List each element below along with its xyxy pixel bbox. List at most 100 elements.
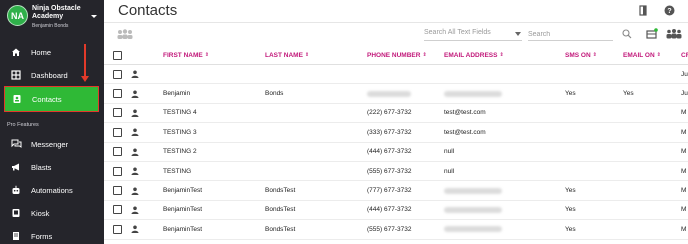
chevron-down-icon[interactable] — [91, 15, 97, 18]
sort-icon: ⇕ — [499, 52, 504, 58]
sidebar-item-home[interactable]: Home — [0, 41, 104, 63]
svg-text:?: ? — [667, 8, 671, 15]
cell-cr: Ju — [681, 90, 688, 98]
row-checkbox[interactable] — [113, 127, 122, 137]
row-checkbox[interactable] — [113, 89, 122, 99]
sidebar-item-forms[interactable]: Forms — [0, 225, 104, 244]
table-row[interactable]: TESTING 3 (333) 677-3732 test@test.com M — [104, 123, 688, 143]
table-row[interactable]: BenjaminTest BondsTest (444) 677-3732 Ye… — [104, 201, 688, 221]
sort-icon: ⇕ — [422, 52, 427, 58]
cell-email-address: null — [444, 148, 455, 156]
annotation-arrow-head — [81, 76, 89, 82]
column-header-cr[interactable]: CR — [681, 46, 688, 64]
select-all-checkbox[interactable] — [113, 50, 122, 60]
group-select-icon[interactable] — [116, 28, 134, 40]
cell-email-address: test@test.com — [444, 109, 486, 117]
sidebar-item-label: Dashboard — [31, 70, 68, 80]
table-row[interactable]: TESTING (555) 677-3732 null M — [104, 162, 688, 182]
person-icon — [131, 109, 139, 117]
cell-email-on: Yes — [623, 90, 634, 98]
column-header-first-name[interactable]: FIRST NAME ⇕ — [163, 46, 209, 64]
cell-email-address: null — [444, 167, 455, 175]
row-checkbox[interactable] — [113, 224, 122, 234]
table-body: Ju Benjamin Bonds Yes Yes Ju TESTING 4 (… — [104, 65, 688, 240]
megaphone-icon — [10, 161, 22, 173]
table-row[interactable]: Benjamin Bonds Yes Yes Ju — [104, 84, 688, 104]
row-checkbox[interactable] — [113, 108, 122, 118]
person-icon — [131, 187, 139, 195]
row-checkbox[interactable] — [113, 69, 122, 79]
page-title: Contacts — [118, 2, 178, 19]
cell-cr: Ju — [681, 70, 688, 78]
dashboard-icon — [10, 69, 22, 81]
chevron-down-icon — [515, 32, 521, 36]
cell-cr: M — [681, 187, 687, 195]
sidebar-item-kiosk[interactable]: Kiosk — [0, 202, 104, 224]
cell-cr: M — [681, 225, 687, 233]
sidebar-item-label: Automations — [31, 185, 73, 195]
sidebar-item-label: Messenger — [31, 139, 69, 149]
cell-cr: M — [681, 206, 687, 214]
sidebar-item-label: Contacts — [32, 94, 62, 104]
cell-last-name: BondsTest — [265, 206, 296, 214]
person-icon — [131, 206, 139, 214]
sidebar-item-dashboard[interactable]: Dashboard — [0, 64, 104, 86]
cell-last-name: Bonds — [265, 90, 284, 98]
cell-first-name: Benjamin — [163, 90, 191, 98]
table-row[interactable]: TESTING 4 (222) 677-3732 test@test.com M — [104, 104, 688, 124]
cell-last-name: BondsTest — [265, 187, 296, 195]
sort-icon: ⇕ — [204, 52, 209, 58]
column-header-phone-number[interactable]: PHONE NUMBER ⇕ — [367, 46, 427, 64]
section-label-pro-features: Pro Features — [7, 122, 39, 128]
cell-last-name: BondsTest — [265, 225, 296, 233]
cell-phone-number: (777) 677-3732 — [367, 187, 412, 195]
person-icon — [131, 90, 139, 98]
robot-icon — [10, 184, 22, 196]
cell-first-name: TESTING 2 — [163, 148, 197, 156]
search-field-select[interactable]: Search All Text Fields — [424, 29, 522, 41]
redacted-email — [444, 90, 502, 97]
column-header-sms-on[interactable]: SMS ON ⇕ — [565, 46, 597, 64]
cell-first-name: BenjaminTest — [163, 206, 203, 214]
person-icon — [131, 128, 139, 137]
table-row[interactable]: Ju — [104, 65, 688, 85]
contacts-icon — [11, 93, 23, 105]
row-checkbox[interactable] — [113, 147, 122, 157]
column-header-email-address[interactable]: EMAIL ADDRESS ⇕ — [444, 46, 504, 64]
cell-phone-number: (444) 677-3732 — [367, 148, 412, 156]
cell-email-address — [444, 201, 502, 219]
redacted-phone — [367, 90, 411, 97]
columns-people-icon[interactable] — [665, 28, 683, 40]
cell-email-address: test@test.com — [444, 128, 486, 136]
cell-sms-on: Yes — [565, 90, 576, 98]
messenger-icon — [10, 138, 22, 150]
door-icon[interactable] — [639, 5, 648, 16]
sidebar-item-messenger[interactable]: Messenger — [0, 133, 104, 155]
table-row[interactable]: BenjaminTest BondsTest (555) 677-3732 Ye… — [104, 220, 688, 240]
cell-phone-number: (555) 677-3732 — [367, 167, 412, 175]
cell-phone-number — [367, 84, 411, 102]
table-row[interactable]: BenjaminTest BondsTest (777) 677-3732 Ye… — [104, 181, 688, 201]
cell-phone-number: (555) 677-3732 — [367, 225, 412, 233]
row-checkbox[interactable] — [113, 205, 122, 215]
sidebar-item-contacts[interactable]: Contacts — [4, 86, 99, 112]
search-icon[interactable] — [622, 29, 632, 39]
org-switcher[interactable]: NA Ninja Obstacle Academy Benjamin Bonds — [0, 0, 104, 38]
org-avatar: NA — [7, 5, 28, 26]
search-input[interactable] — [528, 29, 613, 41]
help-icon[interactable]: ? — [664, 5, 675, 16]
cell-first-name: BenjaminTest — [163, 225, 203, 233]
table-row[interactable]: TESTING 2 (444) 677-3732 null M — [104, 143, 688, 162]
redacted-email — [444, 206, 502, 213]
cell-cr: M — [681, 148, 687, 156]
row-checkbox[interactable] — [113, 166, 122, 176]
column-header-last-name[interactable]: LAST NAME ⇕ — [265, 46, 309, 64]
sidebar-item-label: Kiosk — [31, 208, 50, 218]
row-checkbox[interactable] — [113, 186, 122, 196]
forms-icon — [10, 230, 22, 242]
sidebar-item-automations[interactable]: Automations — [0, 179, 104, 201]
cell-first-name: TESTING 3 — [163, 128, 197, 136]
export-icon[interactable] — [646, 28, 658, 40]
sidebar-item-blasts[interactable]: Blasts — [0, 156, 104, 178]
column-header-email-on[interactable]: EMAIL ON ⇕ — [623, 46, 661, 64]
